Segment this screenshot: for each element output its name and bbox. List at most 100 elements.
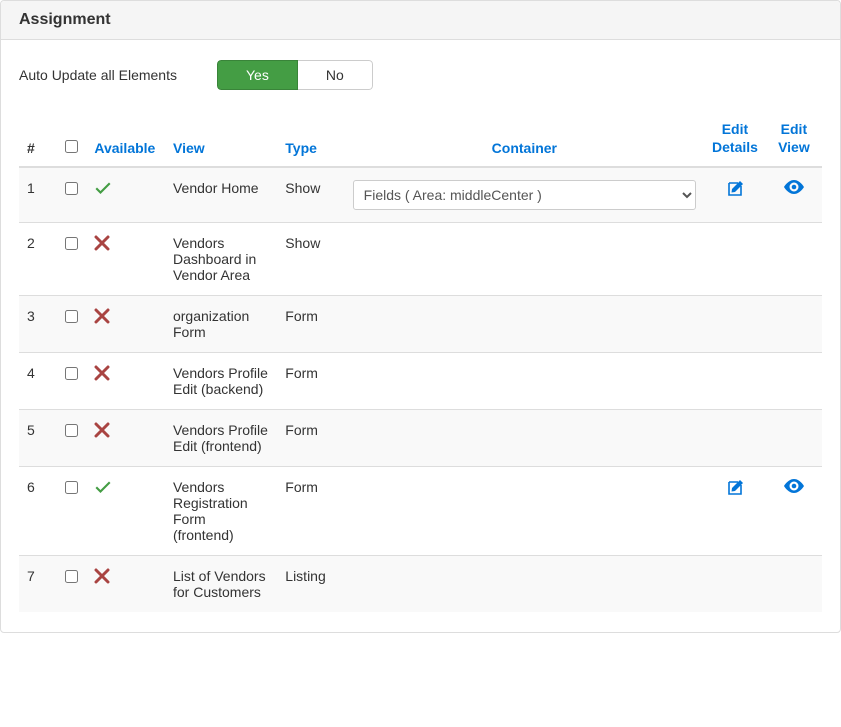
row-edit-details bbox=[704, 223, 766, 296]
table-row: 2 Vendors Dashboard in Vendor AreaShow bbox=[19, 223, 822, 296]
select-all-checkbox[interactable] bbox=[65, 140, 78, 153]
row-type: Form bbox=[277, 467, 344, 556]
header-view-link[interactable]: View bbox=[173, 140, 205, 156]
auto-update-toggle: Yes No bbox=[217, 60, 373, 90]
row-edit-details bbox=[704, 296, 766, 353]
panel-title: Assignment bbox=[19, 11, 111, 28]
row-type: Show bbox=[277, 223, 344, 296]
header-container-link[interactable]: Container bbox=[492, 140, 557, 156]
row-type: Form bbox=[277, 296, 344, 353]
row-num: 6 bbox=[19, 467, 53, 556]
cross-icon[interactable] bbox=[94, 568, 110, 587]
row-view: List of Vendors for Customers bbox=[165, 556, 277, 613]
row-edit-details bbox=[704, 353, 766, 410]
row-num: 1 bbox=[19, 167, 53, 223]
cross-icon[interactable] bbox=[94, 422, 110, 441]
row-num: 5 bbox=[19, 410, 53, 467]
panel-header: Assignment bbox=[1, 1, 840, 40]
row-edit-view bbox=[766, 167, 822, 223]
row-checkbox[interactable] bbox=[65, 481, 78, 494]
row-view: Vendors Profile Edit (backend) bbox=[165, 353, 277, 410]
row-num: 2 bbox=[19, 223, 53, 296]
check-icon[interactable] bbox=[94, 180, 112, 201]
row-edit-view bbox=[766, 296, 822, 353]
row-num: 3 bbox=[19, 296, 53, 353]
row-type: Listing bbox=[277, 556, 344, 613]
header-edit-view-link[interactable]: Edit View bbox=[778, 121, 810, 155]
row-type: Form bbox=[277, 353, 344, 410]
row-check-cell bbox=[53, 353, 87, 410]
row-checkbox[interactable] bbox=[65, 182, 78, 195]
table-row: 3 organization FormForm bbox=[19, 296, 822, 353]
cross-icon[interactable] bbox=[94, 365, 110, 384]
row-available bbox=[86, 410, 165, 467]
table-row: 1 Vendor HomeShow Fields ( Area: middleCen… bbox=[19, 167, 822, 223]
row-check-cell bbox=[53, 467, 87, 556]
edit-details-icon[interactable] bbox=[726, 180, 744, 201]
edit-details-icon[interactable] bbox=[726, 479, 744, 500]
header-num: # bbox=[19, 110, 53, 167]
header-type-link[interactable]: Type bbox=[285, 140, 317, 156]
row-container bbox=[345, 467, 704, 556]
table-row: 7 List of Vendors for CustomersListing bbox=[19, 556, 822, 613]
row-view: Vendors Profile Edit (frontend) bbox=[165, 410, 277, 467]
header-edit-details-link[interactable]: Edit Details bbox=[712, 121, 758, 155]
row-edit-view bbox=[766, 556, 822, 613]
assignment-table: # Available View Type Container Edit Det… bbox=[19, 110, 822, 612]
row-type: Show bbox=[277, 167, 344, 223]
row-edit-view bbox=[766, 410, 822, 467]
row-checkbox[interactable] bbox=[65, 570, 78, 583]
panel-body: Auto Update all Elements Yes No # Availa… bbox=[1, 40, 840, 632]
row-container bbox=[345, 556, 704, 613]
container-select[interactable]: Fields ( Area: middleCenter ) bbox=[353, 180, 696, 210]
row-edit-details bbox=[704, 467, 766, 556]
row-view: Vendors Registration Form (frontend) bbox=[165, 467, 277, 556]
header-available-link[interactable]: Available bbox=[94, 140, 155, 156]
row-available bbox=[86, 467, 165, 556]
row-container bbox=[345, 410, 704, 467]
row-num: 4 bbox=[19, 353, 53, 410]
table-row: 6 Vendors Registration Form (frontend)For… bbox=[19, 467, 822, 556]
row-available bbox=[86, 353, 165, 410]
toggle-yes-button[interactable]: Yes bbox=[217, 60, 298, 90]
auto-update-row: Auto Update all Elements Yes No bbox=[19, 60, 822, 90]
row-edit-view bbox=[766, 353, 822, 410]
row-view: organization Form bbox=[165, 296, 277, 353]
table-row: 4 Vendors Profile Edit (backend)Form bbox=[19, 353, 822, 410]
table-row: 5 Vendors Profile Edit (frontend)Form bbox=[19, 410, 822, 467]
row-container: Fields ( Area: middleCenter ) bbox=[345, 167, 704, 223]
row-available bbox=[86, 223, 165, 296]
row-edit-view bbox=[766, 467, 822, 556]
assignment-panel: Assignment Auto Update all Elements Yes … bbox=[0, 0, 841, 633]
header-view: View bbox=[165, 110, 277, 167]
row-edit-details bbox=[704, 410, 766, 467]
row-edit-view bbox=[766, 223, 822, 296]
header-check bbox=[53, 110, 87, 167]
check-icon[interactable] bbox=[94, 479, 112, 500]
row-checkbox[interactable] bbox=[65, 424, 78, 437]
row-edit-details bbox=[704, 556, 766, 613]
cross-icon[interactable] bbox=[94, 235, 110, 254]
row-container bbox=[345, 223, 704, 296]
row-available bbox=[86, 296, 165, 353]
row-view: Vendors Dashboard in Vendor Area bbox=[165, 223, 277, 296]
row-checkbox[interactable] bbox=[65, 237, 78, 250]
row-check-cell bbox=[53, 167, 87, 223]
row-container bbox=[345, 296, 704, 353]
row-check-cell bbox=[53, 410, 87, 467]
edit-view-icon[interactable] bbox=[784, 180, 804, 197]
row-num: 7 bbox=[19, 556, 53, 613]
cross-icon[interactable] bbox=[94, 308, 110, 327]
row-check-cell bbox=[53, 296, 87, 353]
row-checkbox[interactable] bbox=[65, 367, 78, 380]
header-container: Container bbox=[345, 110, 704, 167]
toggle-no-button[interactable]: No bbox=[298, 60, 373, 90]
row-edit-details bbox=[704, 167, 766, 223]
row-type: Form bbox=[277, 410, 344, 467]
row-check-cell bbox=[53, 556, 87, 613]
header-edit-details: Edit Details bbox=[704, 110, 766, 167]
row-checkbox[interactable] bbox=[65, 310, 78, 323]
row-view: Vendor Home bbox=[165, 167, 277, 223]
edit-view-icon[interactable] bbox=[784, 479, 804, 496]
header-type: Type bbox=[277, 110, 344, 167]
